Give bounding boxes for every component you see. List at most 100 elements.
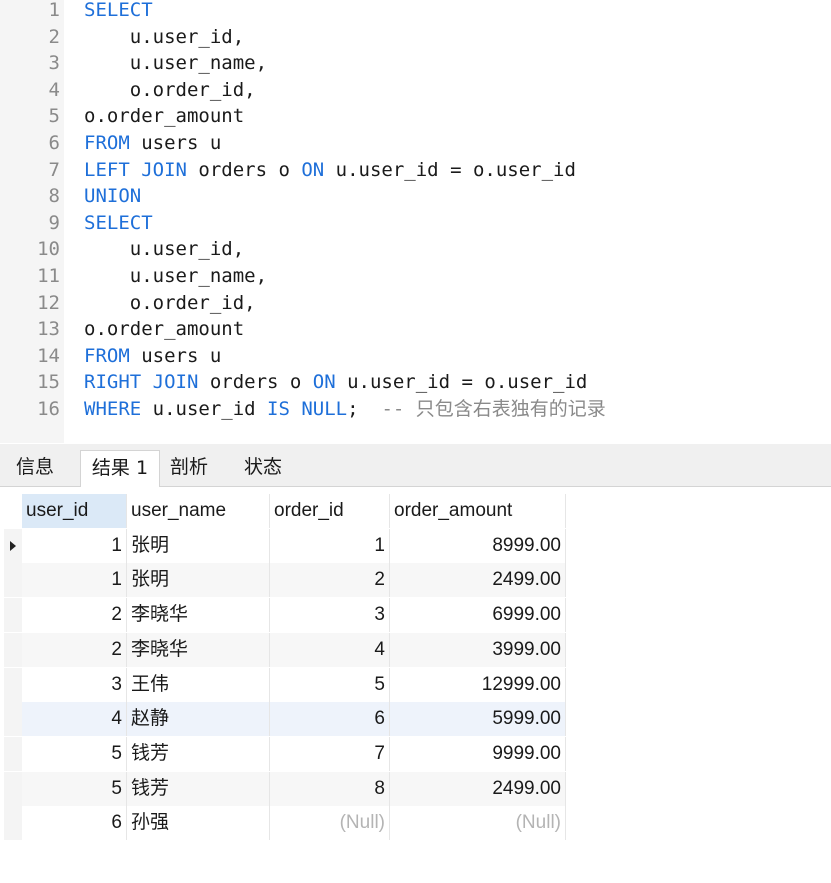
- row-selector[interactable]: [4, 632, 23, 667]
- sql-text: u.user_id = o.user_id: [324, 158, 576, 181]
- row-selector[interactable]: [4, 598, 23, 633]
- table-cell[interactable]: 张明: [127, 528, 270, 563]
- line-number: 4: [48, 78, 60, 101]
- table-cell[interactable]: 9999.00: [390, 736, 566, 771]
- sql-keyword: LEFT JOIN: [84, 158, 187, 181]
- table-cell[interactable]: 6999.00: [390, 598, 566, 633]
- table-cell[interactable]: 张明: [127, 563, 270, 598]
- line-number: 2: [48, 25, 60, 48]
- row-selector[interactable]: [4, 771, 23, 806]
- sql-keyword: UNION: [84, 185, 142, 208]
- table-cell[interactable]: 4: [270, 632, 390, 667]
- tab-status[interactable]: 状态: [232, 450, 294, 485]
- table-cell[interactable]: 孙强: [127, 806, 270, 841]
- code-text: RIGHT JOIN orders o ON u.user_id = o.use…: [84, 369, 587, 396]
- table-cell[interactable]: 2499.00: [390, 771, 566, 806]
- result-tab-strip: 信息 结果 1 剖析 状态: [0, 444, 831, 487]
- code-line[interactable]: 5 o.order_amount: [0, 103, 831, 130]
- row-selector[interactable]: [4, 528, 23, 563]
- row-selector[interactable]: [4, 806, 23, 841]
- row-selector[interactable]: [4, 702, 23, 737]
- code-text: u.user_name,: [84, 50, 267, 77]
- table-cell[interactable]: 2499.00: [390, 563, 566, 598]
- table-cell[interactable]: 2: [270, 563, 390, 598]
- code-line[interactable]: 11 u.user_name,: [0, 263, 831, 290]
- code-line[interactable]: 3 u.user_name,: [0, 50, 831, 77]
- code-text: FROM users u: [84, 343, 221, 370]
- table-cell[interactable]: 5: [22, 736, 127, 771]
- line-number: 3: [48, 52, 60, 75]
- sql-text: users u: [129, 132, 222, 154]
- column-header-user-id[interactable]: user_id: [22, 494, 127, 528]
- column-header-order-amount[interactable]: order_amount: [390, 494, 566, 528]
- code-line[interactable]: 6 FROM users u: [0, 130, 831, 157]
- row-selector[interactable]: [4, 736, 23, 771]
- table-cell[interactable]: 12999.00: [390, 667, 566, 702]
- table-cell[interactable]: 8: [270, 771, 390, 806]
- table-cell[interactable]: (Null): [270, 806, 390, 841]
- sql-keyword: SELECT: [84, 0, 153, 21]
- code-line[interactable]: 2 u.user_id,: [0, 24, 831, 51]
- table-cell[interactable]: 7: [270, 736, 390, 771]
- table-cell[interactable]: 5999.00: [390, 702, 566, 737]
- code-line[interactable]: 1 SELECT: [0, 0, 831, 24]
- table-cell[interactable]: 李晓华: [127, 598, 270, 633]
- line-number: 14: [37, 344, 60, 367]
- table-cell[interactable]: 钱芳: [127, 736, 270, 771]
- sql-keyword: ON: [312, 371, 336, 394]
- sql-text: u.user_id,: [84, 238, 245, 261]
- code-text: WHERE u.user_id IS NULL; -- 只包含右表独有的记录: [84, 396, 606, 423]
- table-cell[interactable]: 3999.00: [390, 632, 566, 667]
- tab-result-1[interactable]: 结果 1: [80, 450, 160, 487]
- table-cell[interactable]: 3: [270, 598, 390, 633]
- column-header-user-name[interactable]: user_name: [127, 494, 270, 528]
- table-cell[interactable]: 2: [22, 598, 127, 633]
- table-cell[interactable]: (Null): [390, 806, 566, 841]
- table-cell[interactable]: 5: [22, 771, 127, 806]
- table-cell[interactable]: 2: [22, 632, 127, 667]
- tab-info[interactable]: 信息: [6, 450, 64, 485]
- table-cell[interactable]: 王伟: [127, 667, 270, 702]
- table-cell[interactable]: 1: [270, 528, 390, 563]
- code-text: SELECT: [84, 210, 153, 237]
- table-cell[interactable]: 3: [22, 667, 127, 702]
- table-cell[interactable]: 1: [22, 528, 127, 563]
- line-number: 13: [37, 318, 60, 341]
- table-cell[interactable]: 8999.00: [390, 528, 566, 563]
- line-number: 11: [37, 265, 60, 287]
- code-line[interactable]: 8 UNION: [0, 183, 831, 210]
- row-selector[interactable]: [4, 563, 23, 598]
- sql-text: o.order_id,: [84, 291, 256, 314]
- code-line[interactable]: 7 LEFT JOIN orders o ON u.user_id = o.use…: [0, 157, 831, 184]
- table-cell[interactable]: 钱芳: [127, 771, 270, 806]
- code-line[interactable]: 4 o.order_id,: [0, 77, 831, 104]
- row-selector[interactable]: [4, 667, 23, 702]
- line-number: 10: [37, 238, 60, 261]
- code-text: SELECT: [84, 0, 153, 24]
- sql-keyword: SELECT: [84, 211, 153, 234]
- tab-profile[interactable]: 剖析: [160, 450, 218, 485]
- sql-text: o.order_amount: [84, 318, 245, 341]
- column-header-order-id[interactable]: order_id: [270, 494, 390, 528]
- code-line[interactable]: 16 WHERE u.user_id IS NULL; -- 只包含右表独有的记录: [0, 396, 831, 423]
- code-line[interactable]: 14 FROM users u: [0, 343, 831, 370]
- code-line[interactable]: 10 u.user_id,: [0, 236, 831, 263]
- code-line[interactable]: 12 o.order_id,: [0, 290, 831, 317]
- table-cell[interactable]: 6: [270, 702, 390, 737]
- sql-text: u.user_id = o.user_id: [335, 371, 588, 394]
- line-number: 15: [37, 371, 60, 394]
- table-cell[interactable]: 6: [22, 806, 127, 841]
- code-line[interactable]: 15 RIGHT JOIN orders o ON u.user_id = o.u…: [0, 369, 831, 396]
- table-cell[interactable]: 赵静: [127, 702, 270, 737]
- code-line[interactable]: 13 o.order_amount: [0, 316, 831, 343]
- code-text: LEFT JOIN orders o ON u.user_id = o.user…: [84, 157, 576, 184]
- table-cell[interactable]: 5: [270, 667, 390, 702]
- table-cell[interactable]: 4: [22, 702, 127, 737]
- sql-editor[interactable]: 1 SELECT 2 u.user_id, 3 u.user_name, 4 o.ord…: [0, 0, 831, 443]
- code-text: u.user_id,: [84, 236, 244, 263]
- table-cell[interactable]: 李晓华: [127, 632, 270, 667]
- sql-text: u.user_id,: [84, 25, 245, 48]
- table-cell[interactable]: 1: [22, 563, 127, 598]
- code-line[interactable]: 9 SELECT: [0, 210, 831, 237]
- sql-keyword: FROM: [84, 132, 130, 154]
